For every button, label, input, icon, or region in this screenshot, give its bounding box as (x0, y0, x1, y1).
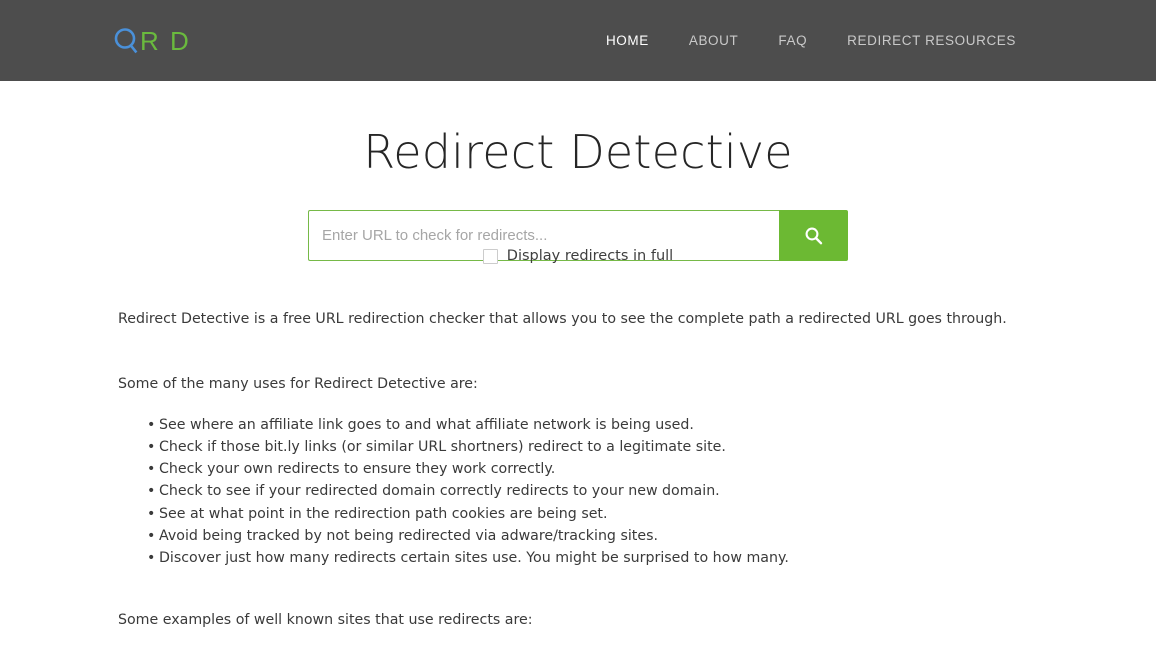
examples-lead-paragraph: Some examples of well known sites that u… (118, 611, 533, 628)
list-item: Discover just how many redirects certain… (147, 547, 1156, 570)
site-logo-letters: R D (140, 26, 191, 56)
uses-list: See where an affiliate link goes to and … (118, 414, 1156, 570)
nav-item-home[interactable]: HOME (586, 33, 669, 48)
search-submit-button[interactable] (779, 210, 848, 261)
list-item: Check your own redirects to ensure they … (147, 458, 1156, 481)
display-redirects-checkbox[interactable] (482, 248, 498, 264)
page-title: Redirect Detective (363, 125, 793, 179)
nav-item-redirect-resources[interactable]: REDIRECT RESOURCES (827, 33, 1036, 48)
list-item: See at what point in the redirection pat… (147, 503, 1156, 526)
search-bar (308, 179, 848, 261)
magnifier-q-icon (113, 26, 139, 56)
page-content: Redirect Detective is a free URL redirec… (0, 309, 1156, 631)
main-navigation: HOME ABOUT FAQ REDIRECT RESOURCES (586, 0, 1036, 81)
list-item: Avoid being tracked by not being redirec… (147, 525, 1156, 548)
list-item: See where an affiliate link goes to and … (147, 414, 1156, 437)
list-item: Check to see if your redirected domain c… (147, 480, 1156, 503)
search-icon (804, 226, 823, 245)
display-redirects-label: Display redirects in full (506, 248, 674, 264)
site-header: R D HOME ABOUT FAQ REDIRECT RESOURCES (0, 0, 1156, 81)
nav-item-about[interactable]: ABOUT (669, 33, 759, 48)
nav-item-faq[interactable]: FAQ (758, 33, 827, 48)
site-logo[interactable]: R D (113, 24, 191, 58)
intro-paragraph: Redirect Detective is a free URL redirec… (118, 311, 1007, 327)
list-item: Check if those bit.ly links (or similar … (147, 436, 1156, 459)
uses-lead-paragraph: Some of the many uses for Redirect Detec… (118, 376, 478, 393)
